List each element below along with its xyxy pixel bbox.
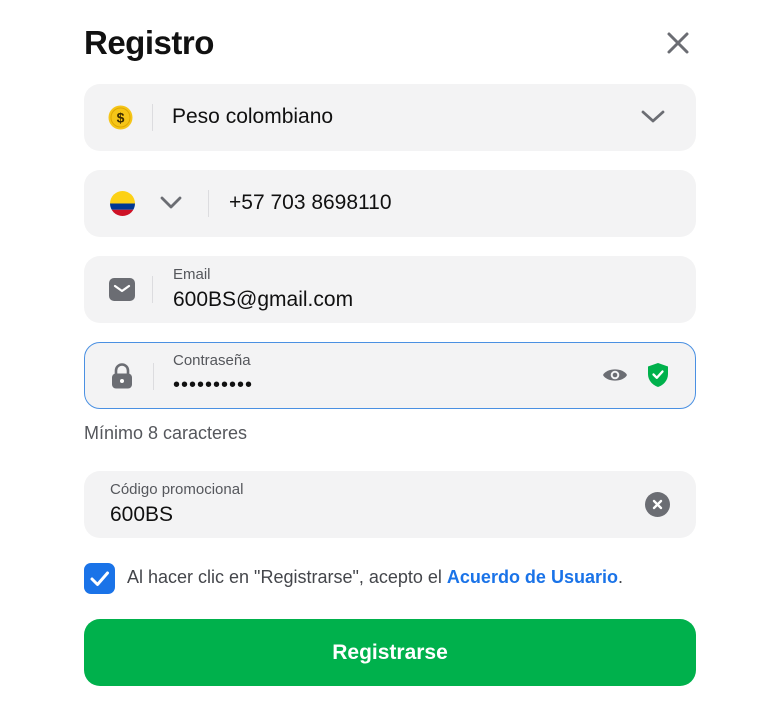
lock-icon	[112, 363, 132, 389]
divider	[208, 190, 209, 217]
password-hint: Mínimo 8 caracteres	[84, 423, 248, 443]
colombia-flag-icon[interactable]	[110, 191, 135, 216]
clear-icon[interactable]	[645, 492, 670, 517]
password-label: Contraseña	[173, 352, 251, 369]
shield-check-icon	[648, 363, 668, 387]
currency-select[interactable]: $ Peso colombiano	[84, 84, 696, 151]
agreement-text-suffix: .	[617, 567, 623, 587]
user-agreement-link[interactable]: Acuerdo de Usuario	[447, 567, 618, 587]
currency-value: Peso colombiano	[172, 105, 334, 128]
chevron-down-icon[interactable]	[159, 195, 183, 211]
agreement-text-body: Al hacer clic en "Registrarse", acepto e…	[127, 567, 447, 587]
register-button[interactable]: Registrarse	[84, 619, 696, 686]
chevron-down-icon	[641, 110, 665, 123]
password-input[interactable]: ••••••••••	[173, 374, 253, 397]
promo-code-label: Código promocional	[110, 481, 244, 498]
dialog-title: Registro	[84, 24, 214, 61]
close-icon	[667, 32, 689, 54]
agreement-checkbox[interactable]	[84, 563, 115, 594]
close-button[interactable]	[664, 29, 692, 57]
email-input[interactable]: 600BS@gmail.com	[173, 288, 353, 312]
agreement-text: Al hacer clic en "Registrarse", acepto e…	[127, 567, 623, 588]
svg-text:$: $	[117, 110, 125, 126]
coin-dollar-icon: $	[108, 105, 133, 130]
phone-input[interactable]: +57 703 8698110	[229, 191, 392, 215]
email-field[interactable]: Email 600BS@gmail.com	[84, 256, 696, 323]
email-label: Email	[173, 266, 211, 283]
envelope-icon	[109, 278, 135, 301]
password-field[interactable]: Contraseña ••••••••••	[84, 342, 696, 409]
divider	[152, 276, 153, 303]
divider	[153, 363, 154, 390]
phone-field: +57 703 8698110	[84, 170, 696, 237]
eye-icon[interactable]	[602, 365, 628, 385]
promo-code-field[interactable]: Código promocional 600BS	[84, 471, 696, 538]
divider	[152, 104, 153, 131]
promo-code-input[interactable]: 600BS	[110, 503, 173, 527]
checkmark-icon	[90, 571, 109, 586]
